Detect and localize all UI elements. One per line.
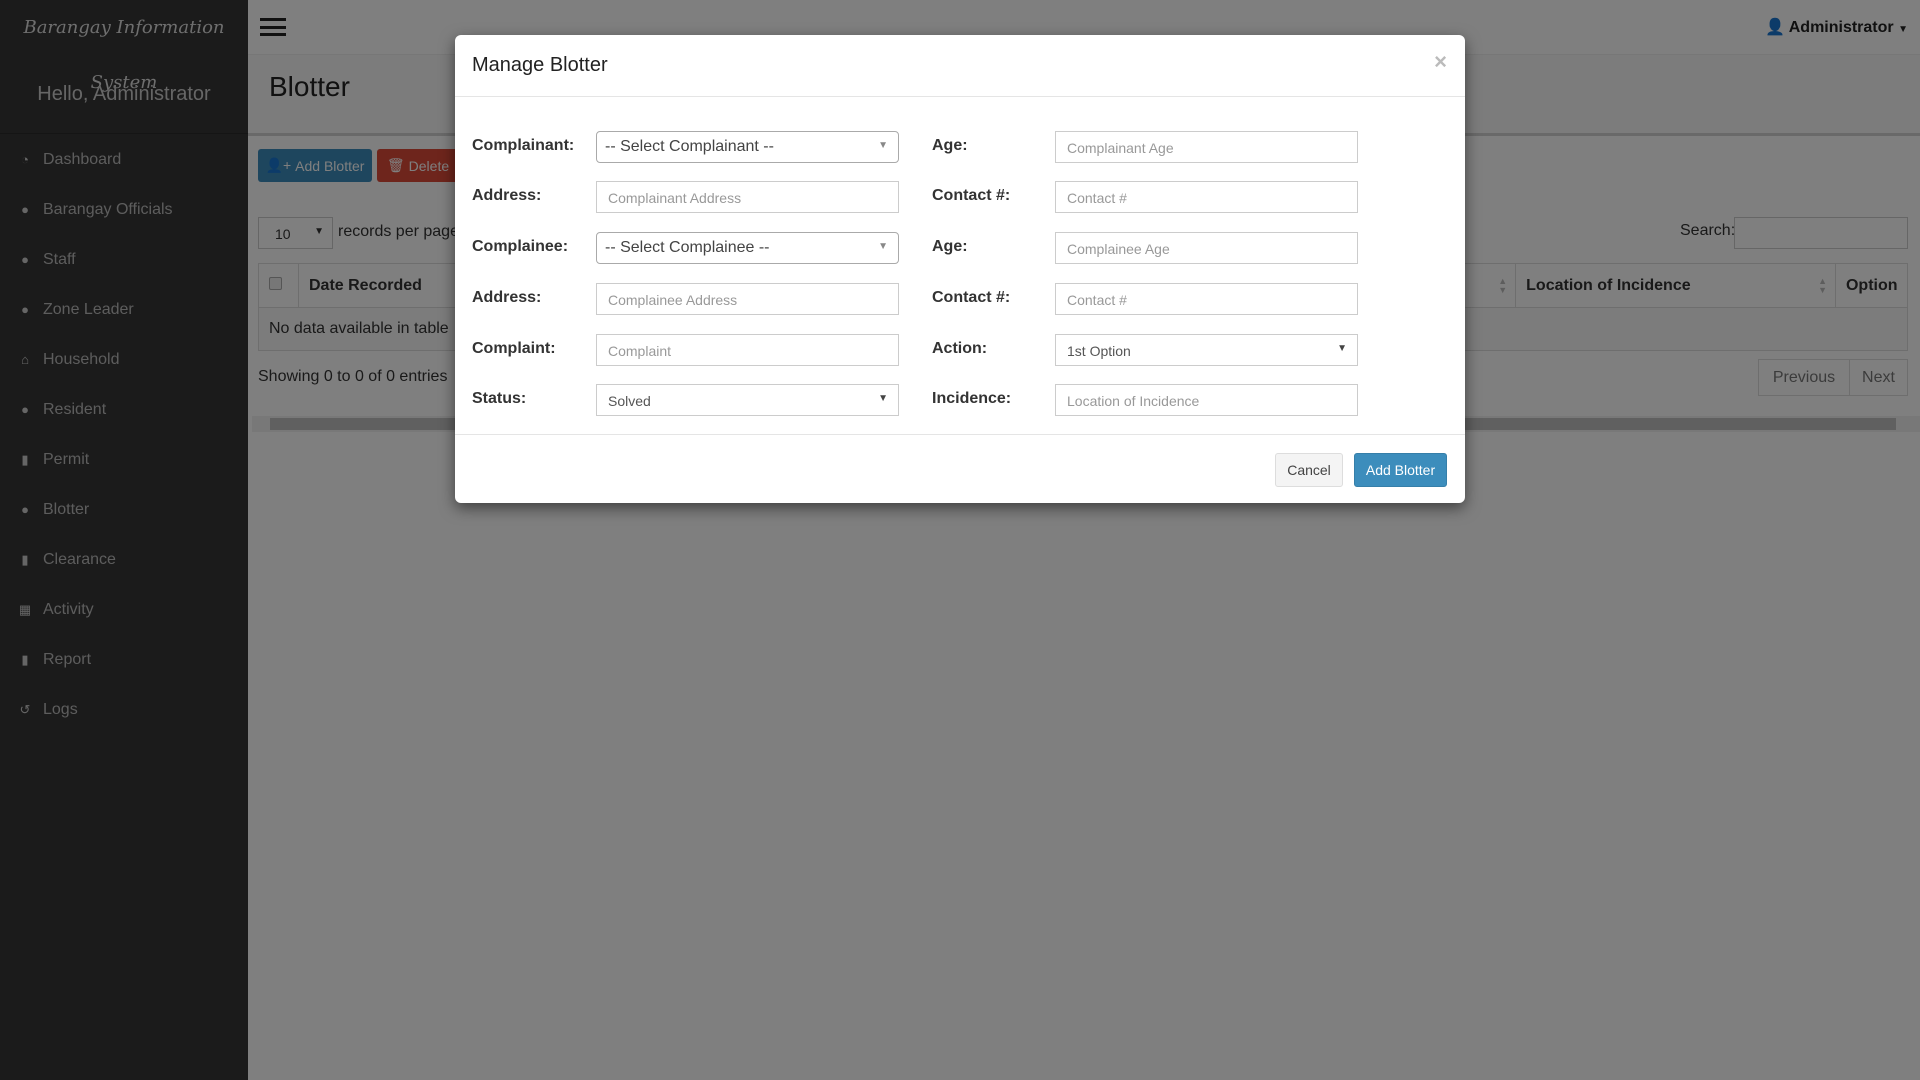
location-of-incidence-input[interactable]: Location of Incidence xyxy=(1055,384,1358,416)
selected-value: 1st Option xyxy=(1067,343,1131,359)
complainant-age-input[interactable]: Complainant Age xyxy=(1055,131,1358,163)
field-label: Contact #: xyxy=(932,289,1011,306)
status-select[interactable]: Solved ▼ xyxy=(596,384,899,416)
placeholder: Complainant Age xyxy=(1067,140,1174,156)
selected-value: -- Select Complainee -- xyxy=(605,239,770,256)
placeholder: Location of Incidence xyxy=(1067,393,1200,409)
chevron-down-icon: ▼ xyxy=(878,241,888,252)
cancel-button[interactable]: Cancel xyxy=(1275,453,1343,487)
field-label: Age: xyxy=(932,238,968,255)
selected-value: Solved xyxy=(608,393,651,409)
placeholder: Contact # xyxy=(1067,292,1127,308)
manage-blotter-modal: Manage Blotter × Complainant: -- Select C… xyxy=(455,35,1465,503)
placeholder: Complaint xyxy=(608,343,672,359)
chevron-down-icon: ▼ xyxy=(1337,343,1347,354)
submit-add-blotter-button[interactable]: Add Blotter xyxy=(1354,453,1447,487)
contact-input[interactable]: Contact # xyxy=(1055,283,1358,315)
placeholder: Complainee Age xyxy=(1067,241,1170,257)
field-label: Complainee: xyxy=(472,238,569,255)
complaint-input[interactable]: Complaint xyxy=(596,334,899,366)
modal-title: Manage Blotter xyxy=(472,54,608,76)
modal-footer xyxy=(455,434,1465,435)
complainant-select[interactable]: -- Select Complainant -- ▼ xyxy=(596,131,899,163)
field-label: Complainant: xyxy=(472,137,575,154)
field-label: Address: xyxy=(472,289,542,306)
contact-input[interactable]: Contact # xyxy=(1055,181,1358,213)
field-label: Age: xyxy=(932,137,968,154)
chevron-down-icon: ▼ xyxy=(878,140,888,151)
selected-value: -- Select Complainant -- xyxy=(605,138,774,155)
field-label: Incidence: xyxy=(932,390,1012,407)
field-label: Action: xyxy=(932,340,988,357)
action-select[interactable]: 1st Option ▼ xyxy=(1055,334,1358,366)
complainee-age-input[interactable]: Complainee Age xyxy=(1055,232,1358,264)
chevron-down-icon: ▼ xyxy=(878,393,888,404)
field-label: Contact #: xyxy=(932,187,1011,204)
field-label: Status: xyxy=(472,390,527,407)
close-icon[interactable]: × xyxy=(1434,49,1447,75)
placeholder: Contact # xyxy=(1067,190,1127,206)
field-label: Address: xyxy=(472,187,542,204)
field-label: Complaint: xyxy=(472,340,556,357)
modal-header: Manage Blotter × xyxy=(455,35,1465,97)
placeholder: Complainant Address xyxy=(608,190,742,206)
complainee-select[interactable]: -- Select Complainee -- ▼ xyxy=(596,232,899,264)
complainant-address-input[interactable]: Complainant Address xyxy=(596,181,899,213)
placeholder: Complainee Address xyxy=(608,292,738,308)
complainee-address-input[interactable]: Complainee Address xyxy=(596,283,899,315)
